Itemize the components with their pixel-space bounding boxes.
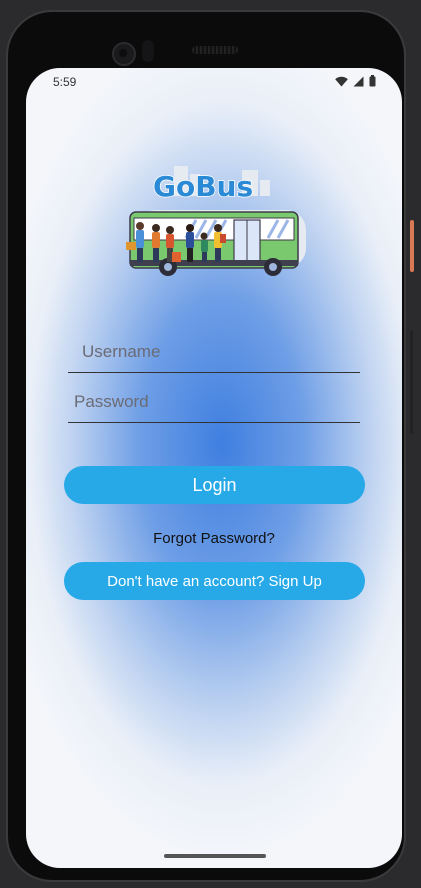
forgot-password-link[interactable]: Forgot Password? [26, 530, 402, 547]
emulator-frame: 5:59 GoBus Username Login Forgot Passwor… [0, 0, 421, 888]
volume-button [410, 330, 413, 434]
username-field[interactable] [68, 332, 360, 373]
home-gesture-bar[interactable] [164, 854, 266, 858]
password-field[interactable] [68, 382, 360, 423]
password-input[interactable] [68, 382, 360, 422]
status-time: 5:59 [53, 75, 77, 89]
username-input[interactable] [68, 332, 360, 372]
signal-icon [353, 76, 364, 86]
battery-icon [369, 75, 376, 87]
login-button[interactable]: Login [64, 466, 365, 504]
app-screen: 5:59 GoBus Username Login Forgot Passwor… [26, 68, 402, 868]
gobus-logo: GoBus [126, 166, 306, 276]
phone-body: 5:59 GoBus Username Login Forgot Passwor… [6, 10, 406, 882]
status-bar: 5:59 [26, 68, 402, 96]
status-icons [335, 75, 376, 87]
logo-wordmark: GoBus [153, 170, 253, 203]
camera-sensor [142, 40, 154, 62]
signup-button[interactable]: Don't have an account? Sign Up [64, 562, 365, 600]
earpiece-speaker [192, 46, 238, 54]
power-button [410, 220, 414, 272]
front-camera [112, 42, 136, 66]
wifi-icon [335, 76, 348, 86]
